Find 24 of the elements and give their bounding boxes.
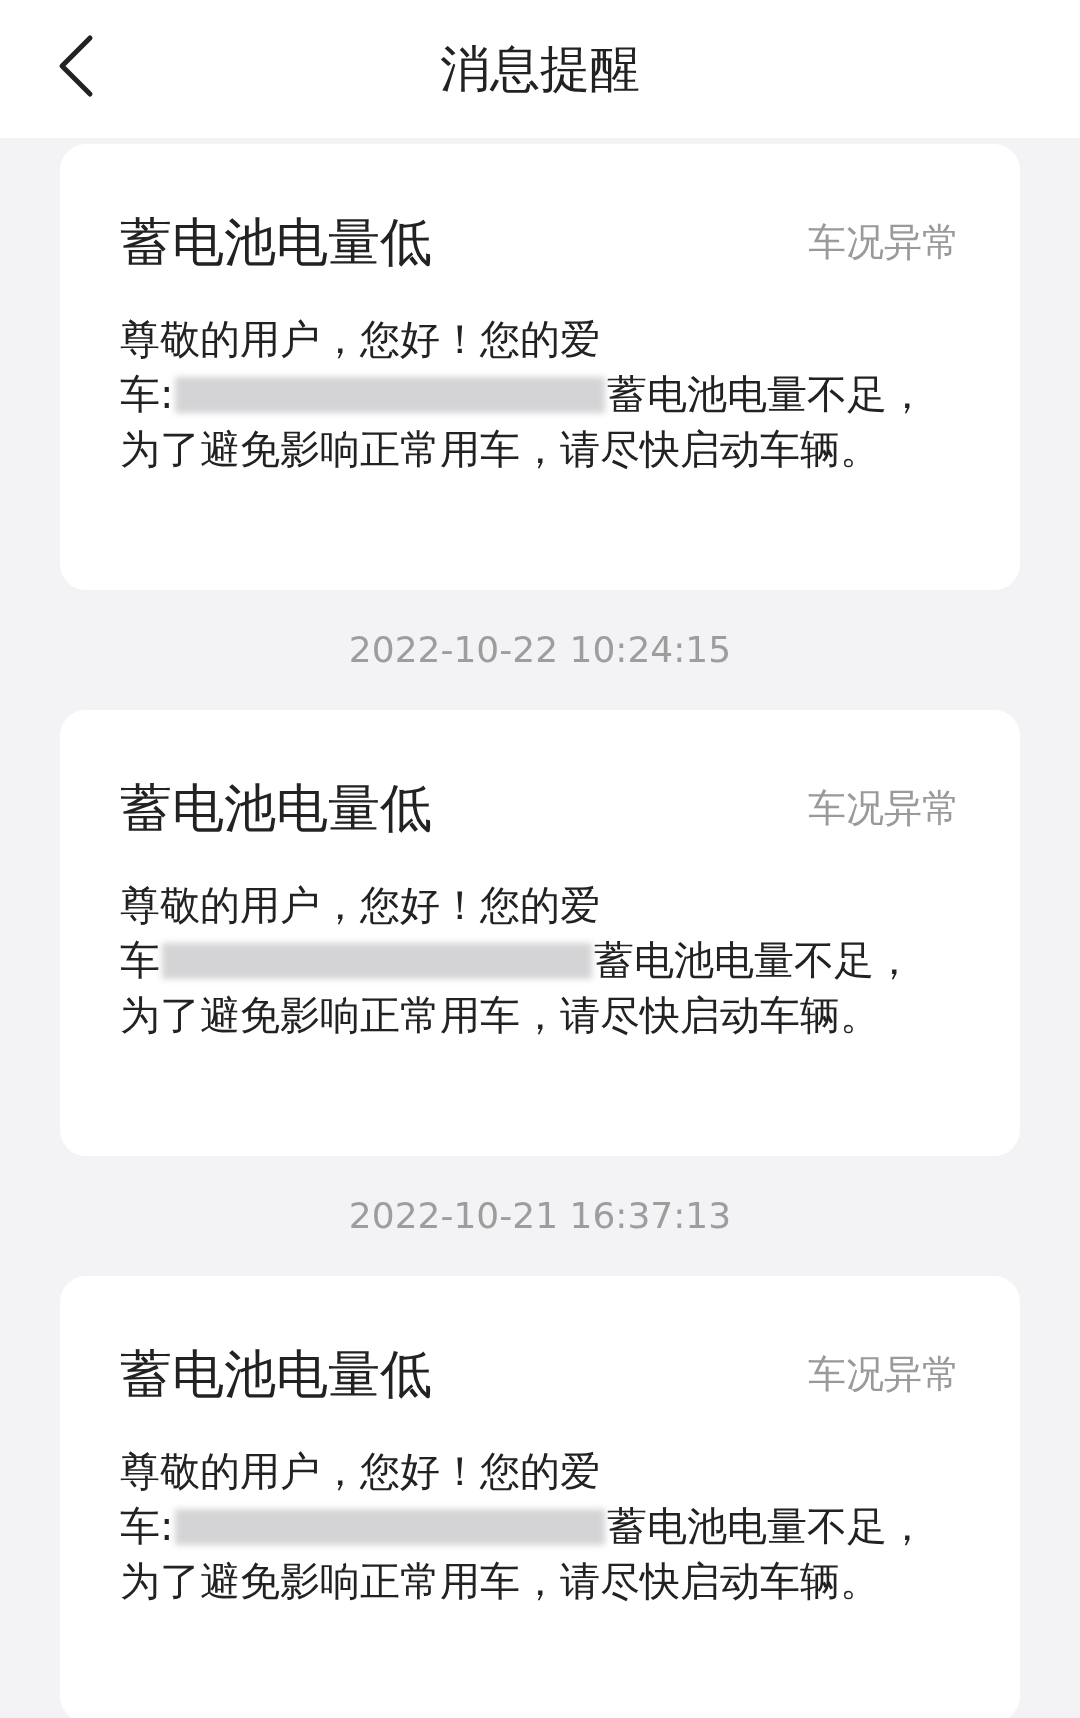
message-text: 尊敬的用户，您好！您的爱 <box>120 881 600 930</box>
message-text: 为了避免影响正常用车，请尽快启动车辆。 <box>120 425 880 474</box>
category-tag: 车况异常 <box>808 1355 960 1393</box>
message-text: 蓄电池电量不足， <box>607 370 928 419</box>
message-title: 蓄电池电量低 <box>120 216 432 268</box>
message-text: 为了避免影响正常用车，请尽快启动车辆。 <box>120 1557 880 1606</box>
message-text: 车: <box>120 1502 174 1551</box>
message-title: 蓄电池电量低 <box>120 782 432 834</box>
category-tag: 车况异常 <box>808 789 960 827</box>
message-card[interactable]: 蓄电池电量低 车况异常 尊敬的用户，您好！您的爱 车 蓄电池电量不足， 为了避免影响正常用车，请尽快启动车辆。 <box>60 710 1020 1156</box>
message-title: 蓄电池电量低 <box>120 1348 432 1400</box>
message-text: 尊敬的用户，您好！您的爱 <box>120 315 600 364</box>
message-text: 尊敬的用户，您好！您的爱 <box>120 1447 600 1496</box>
message-text: 蓄电池电量不足， <box>607 1502 928 1551</box>
message-text: 为了避免影响正常用车，请尽快启动车辆。 <box>120 991 880 1040</box>
message-card[interactable]: 蓄电池电量低 车况异常 尊敬的用户，您好！您的爱 车: 蓄电池电量不足， 为了避免影响正常用车，请尽快启动车辆。 <box>60 1276 1020 1718</box>
timestamp: 2022-10-21 16:37:13 <box>348 1194 732 1238</box>
message-text: 车: <box>120 370 174 419</box>
category-tag: 车况异常 <box>808 223 960 261</box>
message-text: 车 <box>120 936 160 985</box>
timestamp: 2022-10-22 10:24:15 <box>348 628 732 672</box>
page-title: 消息提醒 <box>440 44 640 94</box>
message-text: 蓄电池电量不足， <box>594 936 914 985</box>
message-card[interactable]: 蓄电池电量低 车况异常 尊敬的用户，您好！您的爱 车: 蓄电池电量不足， 为了避免影响正常用车，请尽快启动车辆。 <box>60 144 1020 590</box>
